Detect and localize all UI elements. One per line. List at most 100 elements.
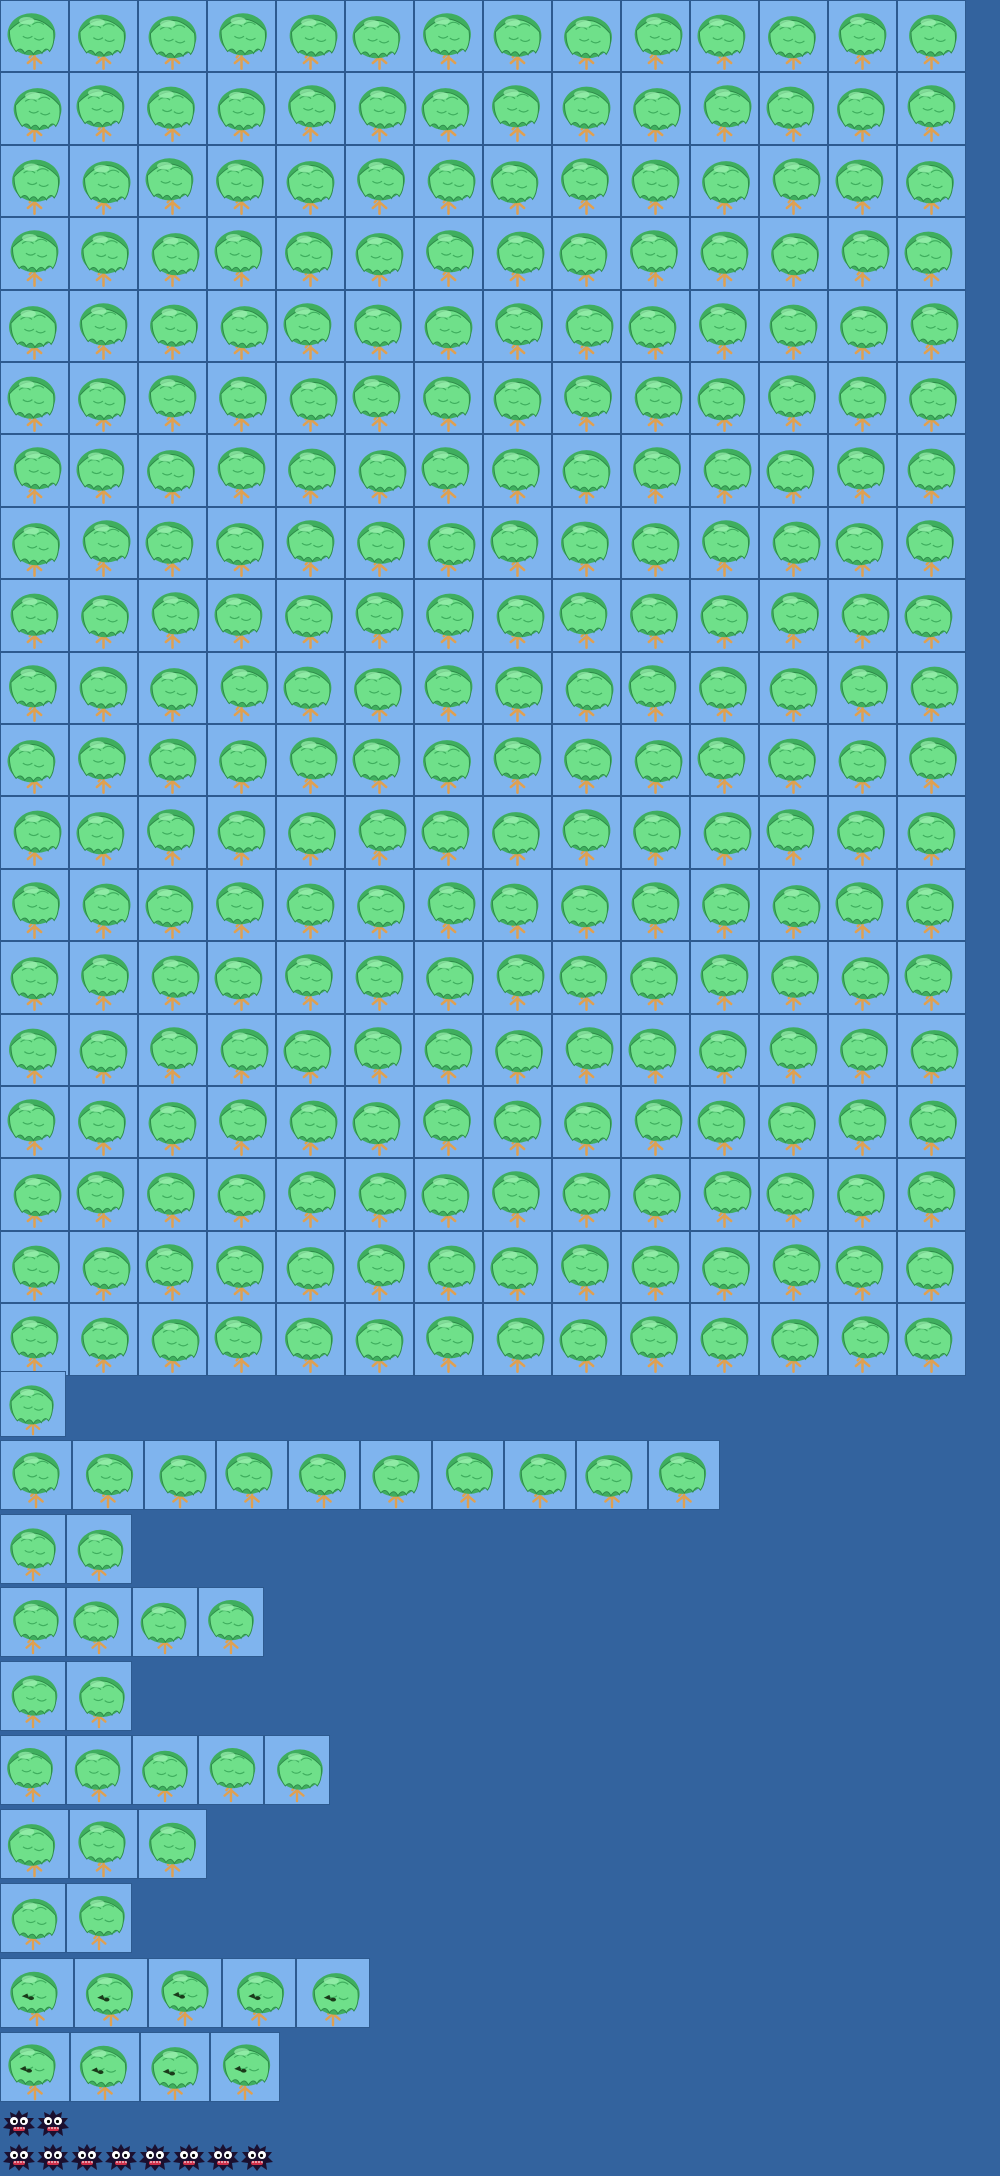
tree-icon: [690, 651, 759, 724]
tree-icon: [69, 579, 138, 652]
tree-icon: [414, 434, 483, 507]
tree-icon: [483, 434, 552, 507]
tree-icon: [207, 217, 276, 290]
tree-icon: [138, 579, 207, 652]
tree-icon: [207, 289, 276, 362]
tree-icon: [897, 796, 966, 869]
tree-icon: [276, 0, 345, 73]
tree-icon: [0, 1013, 69, 1086]
tree-icon: [414, 1086, 483, 1159]
tree-icon: [621, 0, 690, 73]
tree-icon: [897, 0, 966, 73]
tree-icon: [207, 1230, 276, 1304]
tree-icon: [276, 72, 345, 145]
tree-icon: [897, 1086, 966, 1159]
tree-icon: [345, 1303, 414, 1376]
tree-icon: [690, 1230, 759, 1304]
tree-face-icon: [210, 2032, 280, 2102]
tree-icon: [897, 144, 966, 218]
tree-icon: [276, 1086, 345, 1159]
tree-icon: [759, 506, 828, 580]
tree-icon: [621, 1013, 690, 1086]
tree-icon: [759, 724, 828, 797]
tree-icon: [483, 1158, 552, 1231]
tree-icon: [483, 289, 552, 362]
tree-icon: [0, 144, 69, 218]
tree-icon: [828, 1230, 897, 1304]
tree-icon: [138, 651, 207, 724]
tree-icon: [621, 941, 690, 1014]
tree-icon: [648, 1440, 720, 1510]
tree-icon: [621, 1158, 690, 1231]
tree-icon: [414, 0, 483, 73]
spiky-monster-icon: [138, 2142, 172, 2172]
tree-icon: [345, 796, 414, 869]
tree-icon: [759, 72, 828, 145]
tree-icon: [0, 289, 69, 362]
tree-icon: [828, 1158, 897, 1231]
tree-icon: [483, 941, 552, 1014]
sprite-sheet: [0, 0, 1000, 2176]
tree-icon: [483, 651, 552, 724]
tree-icon: [207, 0, 276, 73]
spiky-monster-icon: [36, 2108, 70, 2138]
tree-icon: [69, 868, 138, 942]
tree-icon: [0, 1086, 69, 1159]
tree-icon: [0, 217, 69, 290]
tree-icon: [552, 868, 621, 942]
tree-icon: [264, 1735, 330, 1805]
tree-icon: [552, 217, 621, 290]
tree-icon: [69, 144, 138, 218]
tree-icon: [621, 868, 690, 942]
tree-icon: [345, 506, 414, 580]
tree-icon: [483, 796, 552, 869]
tree-icon: [0, 0, 69, 73]
tree-icon: [0, 1371, 66, 1437]
tree-icon: [483, 362, 552, 435]
tree-icon: [345, 144, 414, 218]
spiky-monster-icon: [2, 2142, 36, 2172]
tree-icon: [759, 868, 828, 942]
tree-icon: [828, 651, 897, 724]
tree-icon: [138, 1158, 207, 1231]
tree-icon: [759, 651, 828, 724]
tree-icon: [198, 1735, 264, 1805]
tree-icon: [690, 362, 759, 435]
tree-icon: [576, 1440, 648, 1510]
spiky-monster-icon: [70, 2142, 104, 2172]
tree-icon: [345, 434, 414, 507]
tree-icon: [138, 1013, 207, 1086]
tree-icon: [690, 0, 759, 73]
tree-face-icon: [140, 2032, 210, 2102]
tree-icon: [414, 1303, 483, 1376]
tree-icon: [552, 362, 621, 435]
tree-icon: [414, 217, 483, 290]
tree-icon: [414, 796, 483, 869]
tree-icon: [0, 1587, 66, 1657]
tree-icon: [897, 1158, 966, 1231]
tree-icon: [345, 289, 414, 362]
tree-face-icon: [148, 1958, 222, 2028]
tree-icon: [138, 289, 207, 362]
tree-icon: [552, 1013, 621, 1086]
tree-icon: [345, 941, 414, 1014]
tree-icon: [207, 506, 276, 580]
tree-icon: [66, 1661, 132, 1731]
tree-icon: [138, 1086, 207, 1159]
tree-icon: [414, 506, 483, 580]
tree-icon: [360, 1440, 432, 1510]
tree-icon: [552, 1303, 621, 1376]
tree-icon: [621, 1230, 690, 1304]
tree-icon: [276, 1303, 345, 1376]
tree-icon: [0, 434, 69, 507]
tree-icon: [0, 796, 69, 869]
tree-icon: [897, 217, 966, 290]
tree-icon: [552, 72, 621, 145]
tree-icon: [828, 289, 897, 362]
tree-icon: [759, 579, 828, 652]
tree-icon: [345, 579, 414, 652]
tree-icon: [552, 1086, 621, 1159]
tree-icon: [828, 434, 897, 507]
tree-face-icon: [74, 1958, 148, 2028]
tree-icon: [345, 724, 414, 797]
